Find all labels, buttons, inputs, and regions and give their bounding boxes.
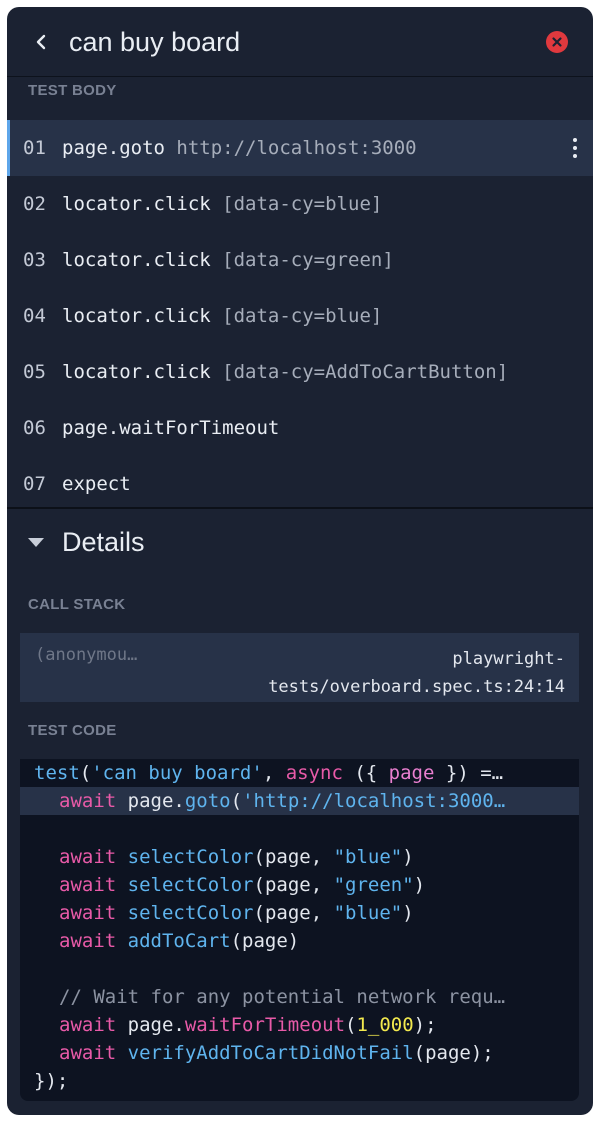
test-code-label: TEST CODE [28,722,117,739]
more-options-icon[interactable] [573,138,577,158]
code-line: await page.waitForTimeout(1_000); [59,1014,437,1036]
stack-file-location: playwright- tests/overboard.spec.ts:24:1… [235,645,565,701]
step-number: 02 [23,193,46,215]
header: can buy board [7,7,593,77]
step-command: locator.click [62,361,211,383]
step-item[interactable]: 01 page.goto http://localhost:3000 [7,120,593,176]
close-icon[interactable] [546,31,568,53]
step-command: locator.click [62,193,211,215]
step-command: locator.click [62,249,211,271]
step-number: 05 [23,361,46,383]
step-list: 01 page.goto http://localhost:3000 02 lo… [7,120,593,512]
page-title: can buy board [69,27,241,57]
stack-file-line1: playwright- [452,649,565,669]
step-item[interactable]: 05 locator.click [data-cy=AddToCartButto… [7,344,593,400]
step-argument: [data-cy=green] [222,249,394,271]
step-number: 01 [23,137,46,159]
stack-function: (anonymou… [35,645,138,665]
step-number: 03 [23,249,46,271]
step-argument: [data-cy=blue] [222,193,383,215]
step-command: locator.click [62,305,211,327]
call-stack-frame[interactable]: (anonymou… playwright- tests/overboard.s… [20,633,579,702]
code-line: }); [34,1070,69,1092]
stack-file-line2: tests/overboard.spec.ts:24:14 [268,677,565,697]
step-item[interactable]: 06 page.waitForTimeout [7,400,593,456]
test-body-label: TEST BODY [28,82,117,99]
step-number: 07 [23,473,46,495]
code-line-highlighted: await page.goto('http://localhost:3000… [20,787,579,815]
code-line: // Wait for any potential network requ… [59,986,506,1008]
code-line: await addToCart(page) [59,930,300,952]
step-command: page.waitForTimeout [62,417,280,439]
step-number: 04 [23,305,46,327]
step-command: page.goto [62,137,165,159]
step-argument: http://localhost:3000 [176,137,417,159]
code-line: await selectColor(page, "green") [59,874,426,896]
code-line: await selectColor(page, "blue") [59,846,414,868]
code-line: await selectColor(page, "blue") [59,902,414,924]
step-item[interactable]: 02 locator.click [data-cy=blue] [7,176,593,232]
code-block: test('can buy board', async ({ page }) =… [20,759,579,1101]
code-line: await verifyAddToCartDidNotFail(page); [59,1042,494,1064]
step-item[interactable]: 03 locator.click [data-cy=green] [7,232,593,288]
active-step-indicator [7,120,10,176]
step-command: expect [62,473,131,495]
code-line: test('can buy board', async ({ page }) =… [34,762,504,784]
step-item[interactable]: 04 locator.click [data-cy=blue] [7,288,593,344]
step-item[interactable]: 07 expect [7,456,593,512]
details-toggle[interactable]: Details [62,525,145,559]
step-argument: [data-cy=AddToCartButton] [222,361,509,383]
triangle-down-icon[interactable] [28,538,44,547]
step-number: 06 [23,417,46,439]
divider [7,507,593,509]
call-stack-label: CALL STACK [28,596,126,613]
step-argument: [data-cy=blue] [222,305,383,327]
test-detail-panel: can buy board TEST BODY 01 page.goto htt… [7,7,593,1115]
chevron-left-icon[interactable] [33,32,51,52]
